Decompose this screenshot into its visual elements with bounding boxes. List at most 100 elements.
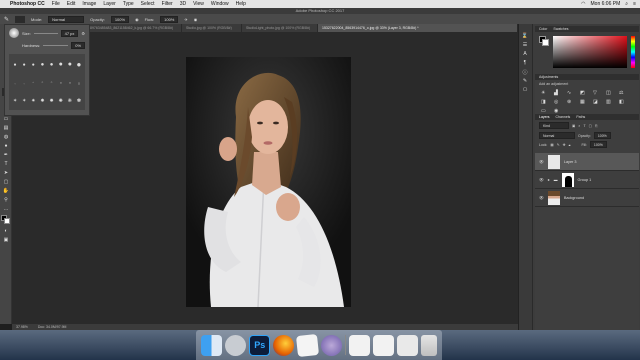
threshold-icon[interactable]: ◧ [619,99,629,105]
brush-preset[interactable]: ● [48,56,56,74]
filter-adjustment-icon[interactable]: ◐ [578,124,580,128]
document-window-icon[interactable] [372,334,394,356]
brush-preset[interactable]: ✶ [20,93,28,108]
curves-icon[interactable]: ∿ [567,90,577,96]
photo-filter-icon[interactable]: ◎ [554,99,564,105]
blend-mode-select[interactable]: Normal [539,132,575,139]
menu-3d[interactable]: 3D [180,0,186,8]
finder-icon[interactable] [201,334,223,356]
quick-mask-icon[interactable]: ◐ [2,227,10,235]
menu-type[interactable]: Type [123,0,134,8]
lock-all-icon[interactable]: 🔒︎ [569,143,571,147]
hardness-field[interactable]: 0% [71,42,85,49]
tab-channels[interactable]: Channels [556,114,571,120]
lock-position-icon[interactable]: ✥ [563,143,566,147]
brush-preset[interactable]: ◦ [75,75,83,93]
vibrance-icon[interactable]: ▽ [593,90,603,96]
size-field[interactable]: 47 px [60,29,79,37]
lock-transparent-icon[interactable]: ▦ [550,143,553,147]
pressure-opacity-icon[interactable]: ◉ [135,17,139,22]
tab-paths[interactable]: Paths [576,114,585,120]
brush-preset[interactable]: ◦ [48,75,56,93]
hardness-slider[interactable] [43,45,69,46]
background-color[interactable] [4,218,10,224]
tab-swatches[interactable]: Swatches [553,26,568,32]
shape-tool-icon[interactable]: ▢ [2,178,10,186]
clock[interactable]: Mon 6:06 PM [591,0,621,8]
paragraph-panel-icon[interactable]: ¶ [521,59,529,67]
brush-preset[interactable]: ✶ [11,93,19,108]
launchpad-icon[interactable] [225,334,247,356]
character-panel-icon[interactable]: A [521,50,529,58]
preview-window-icon[interactable] [348,334,370,356]
menu-select[interactable]: Select [141,0,155,8]
path-select-tool-icon[interactable]: ➤ [2,169,10,177]
panel-gear-icon[interactable]: ⚙ [81,31,85,36]
brush-tool-icon[interactable]: ✎ [4,16,9,23]
zoom-tool-icon[interactable]: ⚲ [2,196,10,204]
layer-row-layer-3[interactable]: 👁︎ Layer 3 [535,153,639,171]
brush-preset[interactable]: ◦ [66,75,74,93]
layer-opacity-field[interactable]: 100% [593,132,611,139]
exposure-icon[interactable]: ◩ [580,90,590,96]
eraser-tool-icon[interactable]: ▭ [2,115,10,123]
menu-list-icon[interactable]: ≡ [633,0,636,8]
app-menu[interactable]: Photoshop CC [10,0,45,8]
screen-mode-icon[interactable]: ▣ [2,236,10,244]
hand-tool-icon[interactable]: ✋ [2,187,10,195]
brush-preset[interactable]: ● [57,56,65,74]
menu-file[interactable]: File [52,0,60,8]
brightness-icon[interactable]: ☀ [541,90,551,96]
pen-tool-icon[interactable]: ✒ [2,151,10,159]
visibility-eye-icon[interactable]: 👁︎ [539,195,544,200]
history-panel-icon[interactable]: ⌛ [521,32,529,40]
color-lookup-icon[interactable]: ▦ [580,99,590,105]
brush-preset[interactable]: ✺ [57,93,65,108]
text-editor-icon[interactable] [296,333,320,357]
brushes-panel-icon[interactable]: ✎ [521,77,529,85]
brush-preset[interactable]: ◦ [29,75,37,93]
brush-preset[interactable]: ✽ [75,93,83,108]
color-swatches[interactable] [1,215,11,225]
tab-document-3[interactable]: Studio.jpg @ 100% (RGB/8#) [182,24,242,32]
more-tools-icon[interactable]: … [2,205,10,213]
brush-preset[interactable]: ◦ [57,75,65,93]
brush-preset[interactable]: ● [75,56,83,74]
mode-select[interactable]: Normal [48,15,85,23]
color-field[interactable] [552,36,628,68]
lock-image-icon[interactable]: ✎ [557,143,560,147]
firefox-icon[interactable] [273,334,295,356]
info-panel-icon[interactable]: ⓘ [521,68,529,76]
type-tool-icon[interactable]: T [2,160,10,168]
black-white-icon[interactable]: ◨ [541,99,551,105]
layer-filter-kind[interactable]: Kind [539,122,569,129]
brush-preset[interactable]: ◦ [20,75,28,93]
gradient-tool-icon[interactable]: ▤ [2,124,10,132]
menu-help[interactable]: Help [236,0,246,8]
layer-row-group-1[interactable]: 👁︎ ▸ ▬ Group 1 [535,171,639,189]
levels-icon[interactable]: ▟ [554,90,564,96]
brush-preset[interactable]: ● [38,56,46,74]
filter-type-icon[interactable]: T [583,124,585,128]
hue-slider[interactable] [631,36,635,68]
color-balance-icon[interactable]: ⚖ [619,90,629,96]
size-slider[interactable] [33,32,58,34]
visibility-eye-icon[interactable]: 👁︎ [539,159,544,164]
opacity-field[interactable]: 100% [110,15,130,23]
search-icon[interactable]: ⌕ [625,0,628,8]
clone-source-panel-icon[interactable]: ⎔ [521,86,529,94]
brush-preset[interactable]: ❋ [66,93,74,108]
photoshop-icon[interactable]: Ps [249,334,271,356]
airbrush-icon[interactable]: ✈ [184,17,187,22]
tab-document-4[interactable]: StudioLight_photo.jpg @ 100% (RGB/8#) [242,24,318,32]
brush-preset[interactable]: ✷ [29,93,37,108]
brush-preset[interactable]: ✹ [48,93,56,108]
brush-preset[interactable]: ● [29,56,37,74]
group-expand-icon[interactable]: ▸ [548,177,550,182]
menu-view[interactable]: View [193,0,204,8]
document-stack-icon[interactable] [396,334,418,356]
brush-preset[interactable]: ● [20,56,28,74]
brush-preset-picker[interactable] [15,15,26,23]
wifi-icon[interactable]: ◠ [581,0,585,8]
brush-preset[interactable]: ● [66,56,74,74]
